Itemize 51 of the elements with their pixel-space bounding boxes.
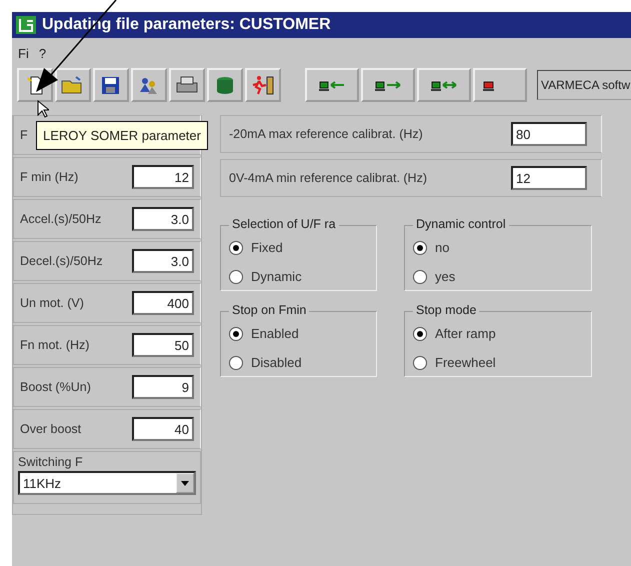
tooltip: LEROY SOMER parameter <box>36 121 208 150</box>
parameter-field[interactable]: 50 <box>132 333 194 357</box>
toolbar-button[interactable] <box>55 68 91 102</box>
toolbar-button[interactable] <box>93 68 129 102</box>
parameter-label: Fn mot. (Hz) <box>20 338 90 352</box>
radio-option[interactable]: no <box>413 240 583 255</box>
parameter-label: F min (Hz) <box>20 170 78 184</box>
radio-option[interactable]: yes <box>413 269 583 284</box>
toolbar-button[interactable] <box>131 68 167 102</box>
calibration-field[interactable]: 12 <box>511 166 587 190</box>
toolbar-button[interactable] <box>245 68 281 102</box>
parameter-field[interactable]: 12 <box>132 165 194 189</box>
group-title: Dynamic control <box>413 217 509 231</box>
parameter-field[interactable]: 9 <box>132 375 194 399</box>
radio-option[interactable]: Fixed <box>229 240 368 255</box>
radio-option[interactable]: Disabled <box>229 355 368 370</box>
parameter-label: Over boost <box>20 422 82 436</box>
running-figure-icon <box>251 75 275 95</box>
parameter-field[interactable]: 40 <box>132 417 194 441</box>
app-logo-icon <box>16 16 36 34</box>
parameter-label: Boost (%Un) <box>20 380 91 394</box>
parameter-field[interactable]: 400 <box>132 291 194 315</box>
calibration-label: 0V-4mA min reference calibrat. (Hz) <box>229 171 427 185</box>
toolbar-button[interactable] <box>417 68 471 102</box>
toolbar-button[interactable] <box>361 68 415 102</box>
parameter-label: Un mot. (V) <box>20 296 84 310</box>
toolbar-button[interactable] <box>305 68 359 102</box>
toolbar-button[interactable] <box>473 68 527 102</box>
parameter-field[interactable]: 3.0 <box>132 249 194 273</box>
toolbar-button[interactable] <box>169 68 205 102</box>
switching-dropdown[interactable]: 11KHz <box>18 471 196 495</box>
dropdown-arrow-icon <box>181 480 189 486</box>
parameter-label: Decel.(s)/50Hz <box>20 254 103 268</box>
calibration-field[interactable]: 80 <box>511 122 587 146</box>
group-title: Stop on Fmin <box>229 303 310 317</box>
printer-icon <box>175 75 199 95</box>
group-title: Selection of U/F ra <box>229 217 339 231</box>
parameter-label: Accel.(s)/50Hz <box>20 212 102 226</box>
radio-option[interactable]: After ramp <box>413 326 583 341</box>
calibration-label: -20mA max reference calibrat. (Hz) <box>229 127 423 141</box>
radio-option[interactable]: Enabled <box>229 326 368 341</box>
parameter-field[interactable]: 3.0 <box>132 207 194 231</box>
status-text: VARMECA softw <box>537 70 631 100</box>
parameter-label: Switching F <box>18 455 84 469</box>
group-title: Stop mode <box>413 303 480 317</box>
menu-item[interactable]: Fi <box>18 46 29 61</box>
parameter-label: F <box>20 128 28 142</box>
radio-option[interactable]: Dynamic <box>229 269 368 284</box>
menu-item[interactable]: ? <box>38 46 46 61</box>
radio-option[interactable]: Freewheel <box>413 355 583 370</box>
mouse-cursor-icon <box>37 100 49 118</box>
